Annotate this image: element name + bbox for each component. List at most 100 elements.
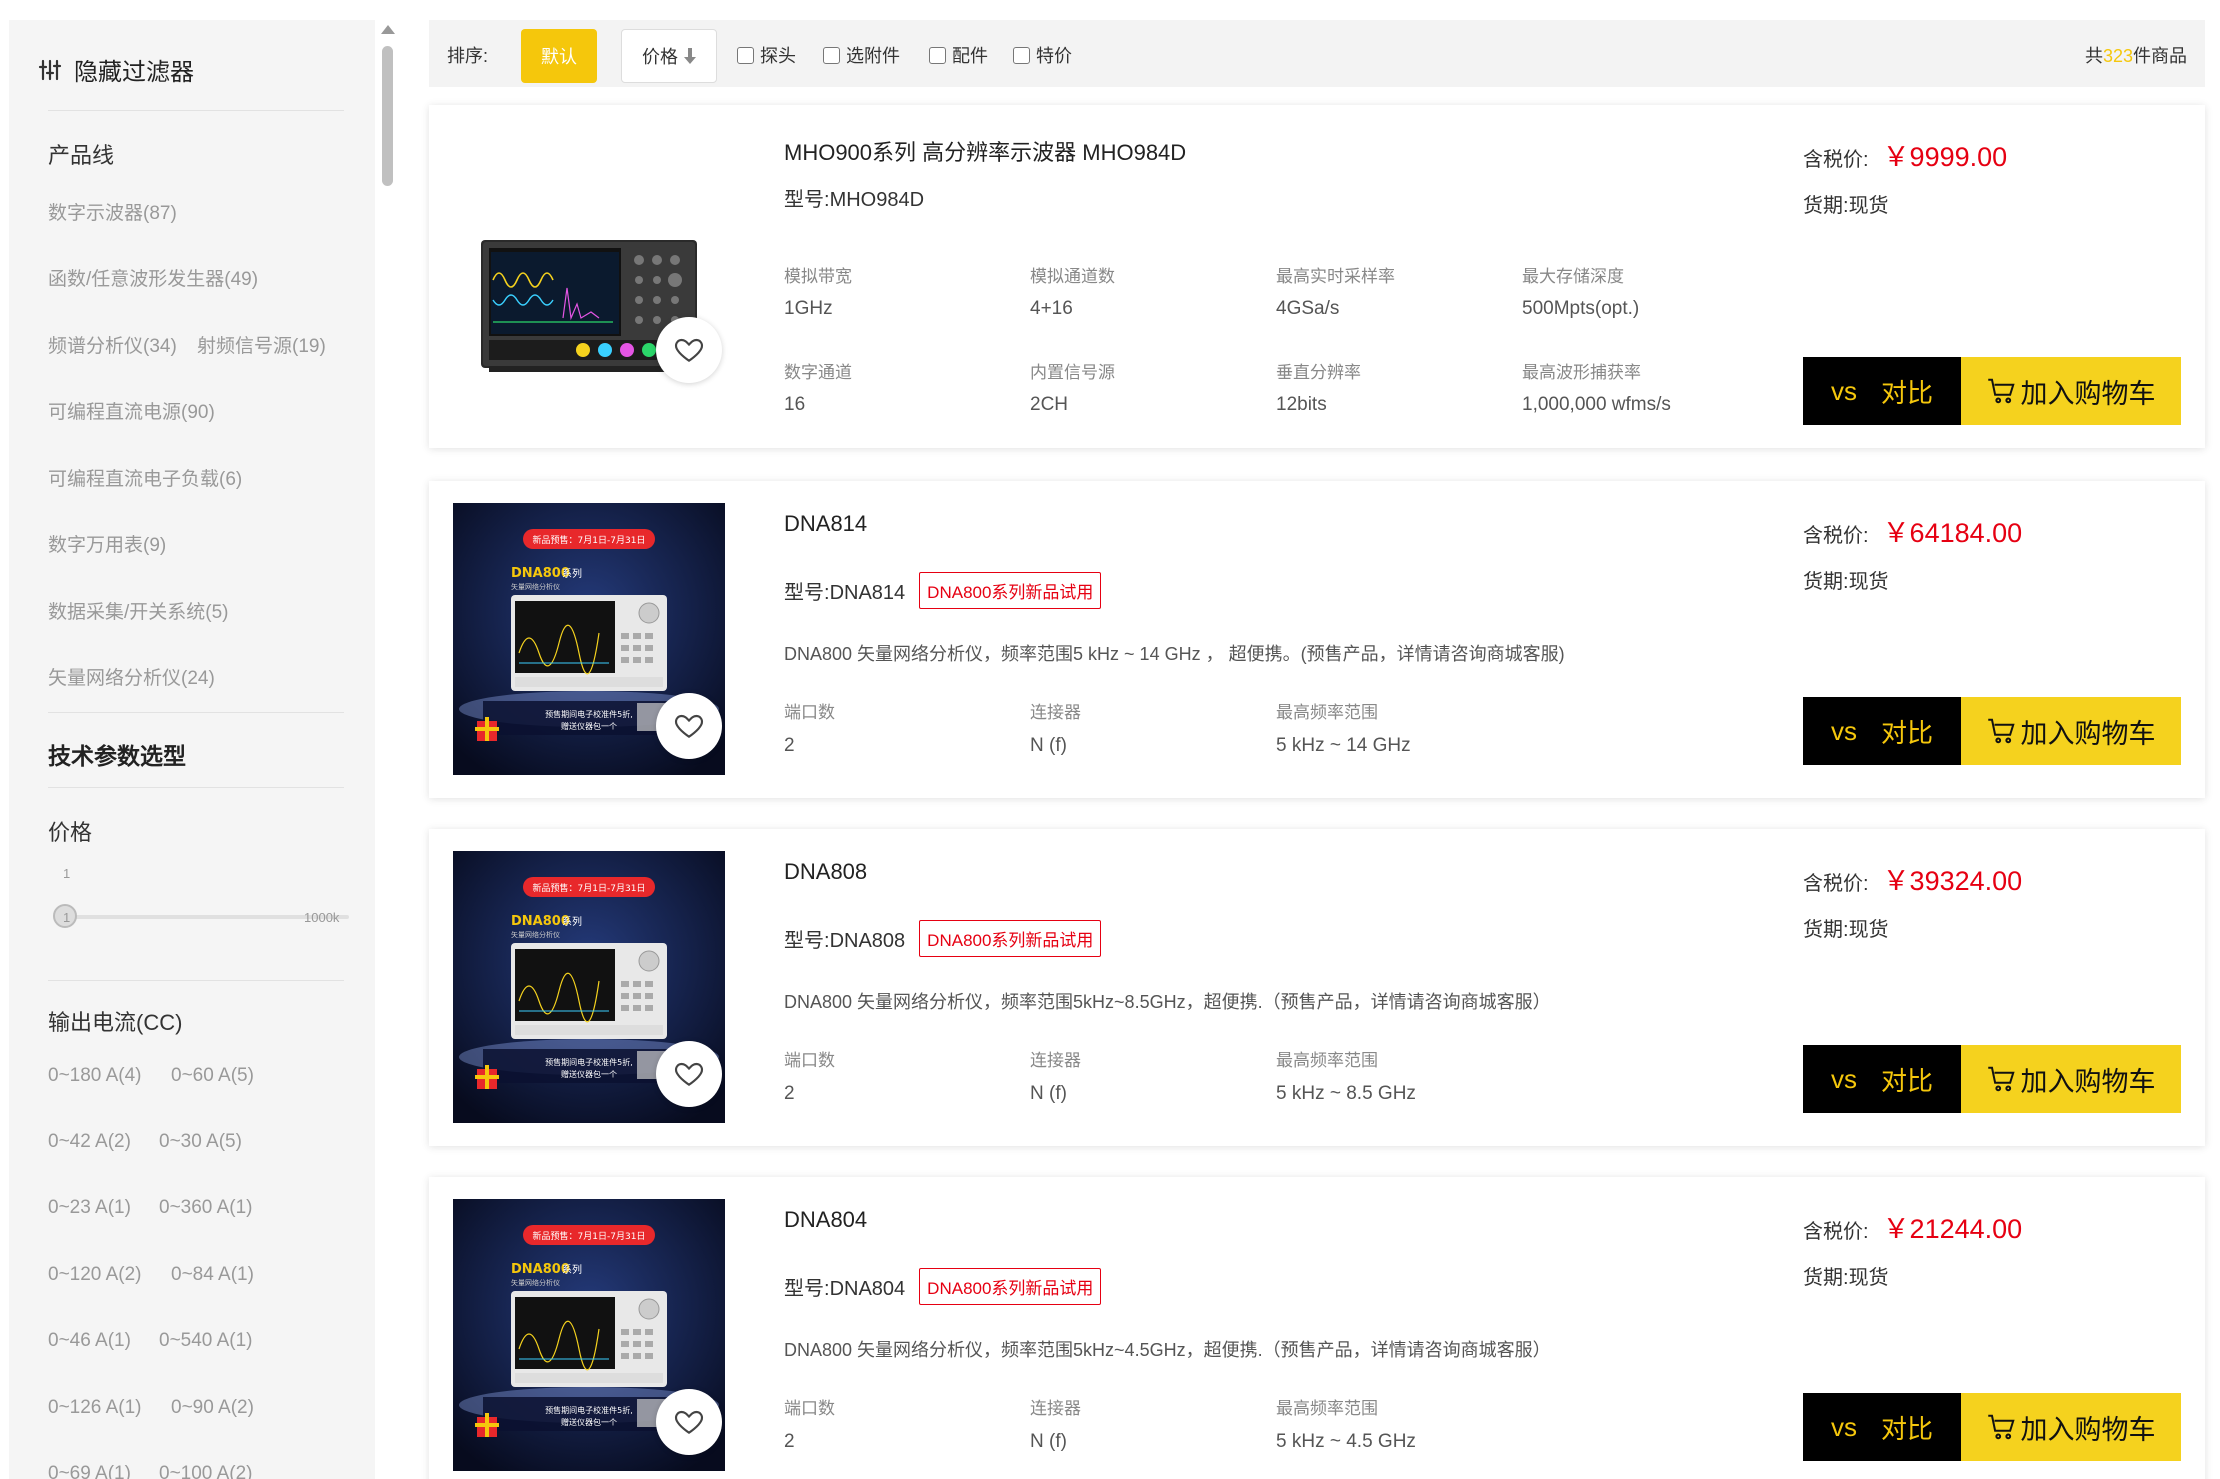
product-line-multimeter[interactable]: 数字万用表(9) bbox=[48, 530, 166, 557]
spec-key: 端口数 bbox=[784, 1399, 835, 1418]
stock-status: 货期:现货 bbox=[1803, 565, 1889, 594]
filter-options-checkbox[interactable]: 选附件 bbox=[823, 42, 900, 68]
product-name[interactable]: MHO900系列 高分辨率示波器 MHO984D bbox=[784, 135, 1186, 167]
promo-subtitle: 矢量网络分析仪 bbox=[511, 930, 560, 939]
vs-label: vs bbox=[1830, 1063, 1857, 1094]
current-option[interactable]: 0~360 A(1) bbox=[159, 1197, 253, 1219]
price-value: ￥39324.00 bbox=[1882, 866, 2023, 896]
new-product-badge[interactable]: DNA800系列新品试用 bbox=[919, 920, 1102, 957]
current-option[interactable]: 0~90 A(2) bbox=[171, 1397, 254, 1419]
cart-icon bbox=[1987, 1414, 2015, 1440]
checkbox-box[interactable] bbox=[929, 46, 946, 64]
vs-label: vs bbox=[1830, 375, 1857, 406]
price-row: 含税价: ￥64184.00 bbox=[1803, 511, 2022, 550]
product-name[interactable]: DNA814 bbox=[784, 511, 867, 537]
product-line-rf-source[interactable]: 射频信号源(19) bbox=[197, 331, 326, 358]
divider bbox=[48, 980, 344, 981]
product-line-power-supply[interactable]: 可编程直流电源(90) bbox=[48, 397, 215, 424]
spec-key: 最高频率范围 bbox=[1276, 1399, 1378, 1418]
compare-button[interactable]: vs 对比 bbox=[1803, 357, 1961, 425]
output-current-title: 输出电流(CC) bbox=[48, 1010, 183, 1035]
cart-icon bbox=[1987, 1066, 2015, 1092]
filter-accessories-checkbox[interactable]: 配件 bbox=[929, 42, 988, 68]
product-description: DNA800 矢量网络分析仪，频率范围5 kHz ~ 14 GHz ， 超便携。… bbox=[784, 644, 1565, 664]
add-to-cart-button[interactable]: 加入购物车 bbox=[1961, 1393, 2181, 1461]
filter-special-checkbox[interactable]: 特价 bbox=[1013, 42, 1072, 68]
favorite-button[interactable] bbox=[656, 1389, 722, 1455]
divider bbox=[48, 712, 344, 713]
price-value: ￥9999.00 bbox=[1882, 142, 2008, 172]
product-name[interactable]: DNA804 bbox=[784, 1207, 867, 1233]
product-line-oscilloscope[interactable]: 数字示波器(87) bbox=[48, 198, 177, 225]
product-line-generator[interactable]: 函数/任意波形发生器(49) bbox=[48, 264, 258, 291]
price-value: ￥21244.00 bbox=[1882, 1214, 2023, 1244]
favorite-button[interactable] bbox=[656, 1041, 722, 1107]
stock-label: 货期: bbox=[1803, 919, 1849, 941]
model-value: DNA808 bbox=[829, 930, 906, 952]
total-suffix: 件商品 bbox=[2133, 46, 2187, 66]
arrow-down-icon bbox=[684, 48, 696, 64]
filter-label: 特价 bbox=[1036, 46, 1072, 66]
checkbox-box[interactable] bbox=[737, 46, 754, 64]
checkbox-box[interactable] bbox=[823, 46, 840, 64]
promo-banner-text: 新品预售：7月1日-7月31日 bbox=[533, 882, 646, 894]
favorite-button[interactable] bbox=[656, 317, 722, 383]
product-line-vna[interactable]: 矢量网络分析仪(24) bbox=[48, 663, 215, 690]
scroll-up-arrow[interactable] bbox=[381, 25, 395, 34]
spec-value: 4GSa/s bbox=[1276, 298, 1340, 319]
current-option[interactable]: 0~180 A(4) bbox=[48, 1065, 142, 1087]
product-line-electronic-load[interactable]: 可编程直流电子负载(6) bbox=[48, 464, 242, 491]
vs-label: vs bbox=[1830, 715, 1857, 746]
current-option[interactable]: 0~42 A(2) bbox=[48, 1131, 131, 1153]
current-option[interactable]: 0~60 A(5) bbox=[171, 1065, 254, 1087]
new-product-badge[interactable]: DNA800系列新品试用 bbox=[919, 1268, 1102, 1305]
spec-key: 连接器 bbox=[1030, 1399, 1081, 1418]
current-option[interactable]: 0~69 A(1) bbox=[48, 1463, 131, 1479]
spec-key: 模拟通道数 bbox=[1030, 267, 1115, 286]
current-option[interactable]: 0~46 A(1) bbox=[48, 1330, 131, 1352]
heart-icon bbox=[674, 714, 704, 738]
sort-label: 排序: bbox=[447, 46, 489, 66]
current-option[interactable]: 0~84 A(1) bbox=[171, 1264, 254, 1286]
spec-value: 2CH bbox=[1030, 394, 1069, 415]
hide-filter-button[interactable]: 隐藏过滤器 bbox=[38, 52, 194, 87]
promo-subtitle: 矢量网络分析仪 bbox=[511, 582, 560, 591]
product-name[interactable]: DNA808 bbox=[784, 859, 867, 885]
spec-key: 最高频率范围 bbox=[1276, 1051, 1378, 1070]
add-cart-label: 加入购物车 bbox=[2020, 718, 2156, 749]
add-to-cart-button[interactable]: 加入购物车 bbox=[1961, 357, 2181, 425]
filter-probe-checkbox[interactable]: 探头 bbox=[737, 42, 796, 68]
add-to-cart-button[interactable]: 加入购物车 bbox=[1961, 1045, 2181, 1113]
stock-label: 货期: bbox=[1803, 1267, 1849, 1289]
product-line-spectrum[interactable]: 频谱分析仪(34) bbox=[48, 331, 177, 358]
product-line-daq[interactable]: 数据采集/开关系统(5) bbox=[48, 597, 229, 624]
stock-value: 现货 bbox=[1848, 919, 1889, 941]
price-value: ￥64184.00 bbox=[1882, 518, 2023, 548]
stock-label: 货期: bbox=[1803, 195, 1849, 217]
sort-price-button[interactable]: 价格 bbox=[621, 29, 717, 83]
product-card-dna804: 新品预售：7月1日-7月31日 DNA800 系列 矢量网络分析仪 预售期间电子… bbox=[429, 1177, 2205, 1479]
add-to-cart-button[interactable]: 加入购物车 bbox=[1961, 697, 2181, 765]
promo-subtitle: 矢量网络分析仪 bbox=[511, 1278, 560, 1287]
compare-button[interactable]: vs 对比 bbox=[1803, 697, 1961, 765]
sort-default-button[interactable]: 默认 bbox=[521, 29, 597, 83]
current-option[interactable]: 0~120 A(2) bbox=[48, 1264, 142, 1286]
price-slider-value: 1 bbox=[63, 866, 71, 881]
current-option[interactable]: 0~540 A(1) bbox=[159, 1330, 253, 1352]
current-option[interactable]: 0~126 A(1) bbox=[48, 1397, 142, 1419]
new-product-badge[interactable]: DNA800系列新品试用 bbox=[919, 572, 1102, 609]
current-option[interactable]: 0~30 A(5) bbox=[159, 1131, 242, 1153]
sidebar-scroll-thumb[interactable] bbox=[382, 46, 393, 186]
add-cart-label: 加入购物车 bbox=[2020, 1066, 2156, 1097]
checkbox-box[interactable] bbox=[1013, 46, 1030, 64]
spec-value: N (f) bbox=[1030, 1083, 1067, 1104]
current-option[interactable]: 0~100 A(2) bbox=[159, 1463, 253, 1479]
current-option[interactable]: 0~23 A(1) bbox=[48, 1197, 131, 1219]
spec-value: N (f) bbox=[1030, 1431, 1067, 1452]
promo-footer-2: 赠送仪器包一个 bbox=[561, 721, 617, 731]
compare-button[interactable]: vs 对比 bbox=[1803, 1045, 1961, 1113]
compare-button[interactable]: vs 对比 bbox=[1803, 1393, 1961, 1461]
spec-value: 5 kHz ~ 8.5 GHz bbox=[1276, 1083, 1416, 1104]
favorite-button[interactable] bbox=[656, 693, 722, 759]
spec-key: 数字通道 bbox=[784, 363, 852, 382]
